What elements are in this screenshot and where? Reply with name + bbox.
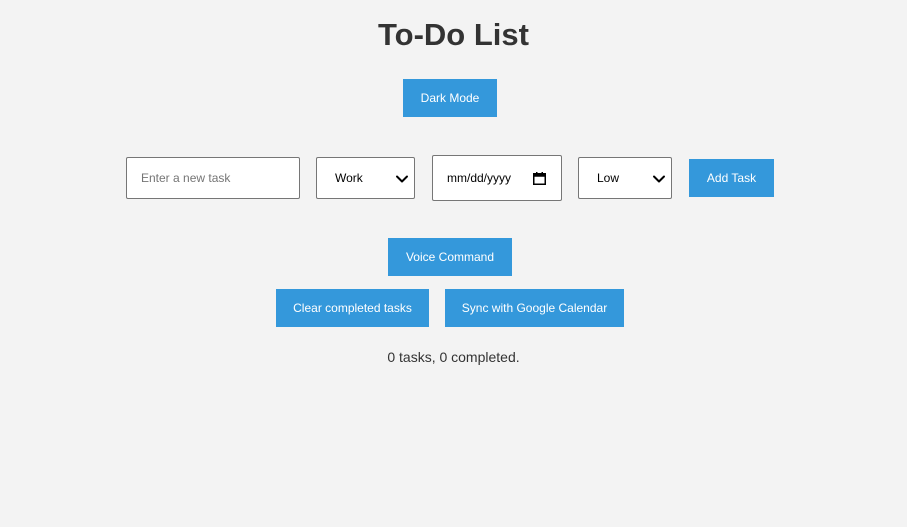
task-input[interactable] — [126, 157, 300, 199]
voice-command-button[interactable]: Voice Command — [388, 238, 512, 276]
clear-completed-button[interactable]: Clear completed tasks — [276, 289, 429, 327]
dark-mode-button[interactable]: Dark Mode — [403, 79, 497, 117]
sync-google-calendar-button[interactable]: Sync with Google Calendar — [445, 289, 624, 327]
todo-app: To-Do List Dark Mode Work mm/dd/yyyy Low… — [0, 0, 907, 527]
due-date-input[interactable]: mm/dd/yyyy — [432, 155, 562, 201]
add-task-button[interactable]: Add Task — [689, 159, 774, 197]
due-date-placeholder: mm/dd/yyyy — [447, 171, 512, 185]
priority-select[interactable]: Low — [578, 157, 672, 199]
calendar-icon[interactable] — [533, 172, 546, 185]
priority-select-value: Low — [597, 171, 620, 185]
page-title: To-Do List — [378, 17, 529, 52]
chevron-down-icon — [653, 175, 665, 183]
category-select-value: Work — [335, 171, 363, 185]
task-summary: 0 tasks, 0 completed. — [387, 349, 520, 365]
chevron-down-icon — [396, 175, 408, 183]
category-select[interactable]: Work — [316, 157, 415, 199]
